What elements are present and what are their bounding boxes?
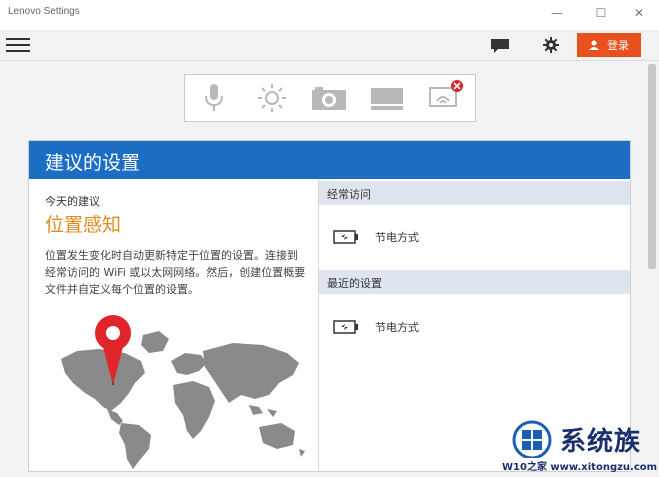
frequent-section-header: 经常访问	[319, 181, 630, 205]
user-icon	[589, 40, 599, 50]
microphone-icon[interactable]	[203, 83, 225, 113]
maximize-button[interactable]: ☐	[584, 0, 618, 26]
panel-header: 建议的设置	[29, 141, 630, 179]
world-map-icon	[61, 315, 305, 469]
display-icon[interactable]	[370, 87, 404, 111]
frequent-item-label: 节电方式	[375, 231, 419, 244]
scrollbar[interactable]	[648, 64, 656, 269]
gear-icon[interactable]	[542, 36, 560, 54]
frequent-label: 经常访问	[327, 188, 371, 201]
feature-title[interactable]: 位置感知	[45, 210, 121, 237]
frequent-item-power-saving[interactable]: 节电方式	[319, 221, 630, 251]
recent-item-label: 节电方式	[375, 321, 419, 334]
login-button[interactable]: 登录	[577, 33, 641, 57]
brightness-icon[interactable]	[257, 83, 287, 113]
watermark-text: 系统族	[560, 427, 642, 457]
wifi-display-icon[interactable]	[428, 79, 464, 111]
quick-settings-bar	[184, 74, 476, 122]
windows-logo-icon	[512, 420, 552, 458]
camera-icon[interactable]	[311, 85, 347, 111]
close-button[interactable]: ✕	[622, 0, 656, 26]
panel-title: 建议的设置	[45, 152, 141, 174]
recent-section-header: 最近的设置	[319, 270, 630, 294]
today-suggestion-label: 今天的建议	[45, 195, 100, 208]
app-title: Lenovo Settings	[8, 6, 80, 17]
suggestion-column: 今天的建议 位置感知 位置发生变化时自动更新特定于位置的设置。连接到经常访问的 …	[29, 179, 317, 471]
battery-icon	[333, 230, 358, 244]
title-bar: Lenovo Settings — ☐ ✕	[0, 0, 659, 26]
feedback-icon[interactable]	[490, 38, 510, 54]
watermark: 系统族 W10之家 www.xitongzu.com	[502, 418, 659, 478]
battery-icon	[333, 320, 358, 334]
menu-icon[interactable]	[6, 38, 30, 52]
toolbar	[0, 30, 659, 61]
minimize-button[interactable]: —	[540, 0, 574, 26]
login-label: 登录	[607, 39, 629, 52]
feature-description: 位置发生变化时自动更新特定于位置的设置。连接到经常访问的 WiFi 或以太网网络…	[45, 249, 306, 296]
watermark-url: W10之家 www.xitongzu.com	[502, 462, 658, 473]
recent-item-power-saving[interactable]: 节电方式	[319, 311, 630, 341]
recent-label: 最近的设置	[327, 277, 382, 290]
